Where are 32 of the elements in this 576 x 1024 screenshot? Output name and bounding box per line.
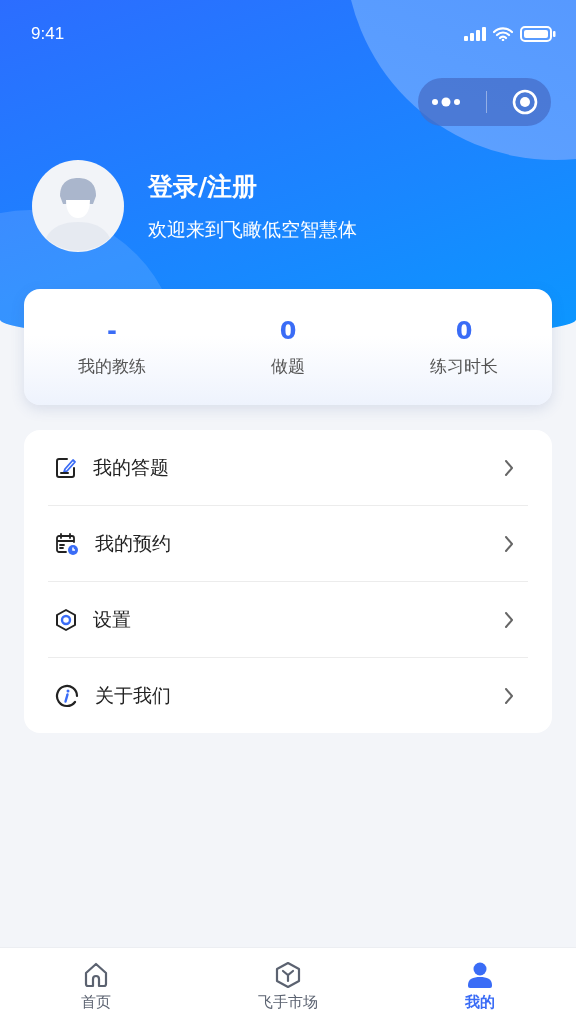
tab[interactable]: 飞手市场 <box>192 948 384 1024</box>
menu-item[interactable]: 关于我们 <box>95 682 488 709</box>
menu-item[interactable]: 设置 <box>93 606 488 633</box>
status-time: 9:41 <box>31 24 65 44</box>
stat-label: 我的教练 <box>78 354 146 378</box>
stat-value: 0 <box>455 316 473 345</box>
user-icon <box>466 960 494 989</box>
tab[interactable]: 首页 <box>0 948 192 1024</box>
more-icon[interactable] <box>430 96 461 108</box>
chevron-right-icon <box>504 458 514 477</box>
signal-icon <box>464 27 486 41</box>
stat-value: 0 <box>279 316 297 345</box>
edit-icon <box>55 456 77 479</box>
stat-label: 做题 <box>271 354 305 378</box>
wifi-icon <box>493 27 513 41</box>
info-icon <box>55 683 79 708</box>
stat-label: 练习时长 <box>430 354 498 378</box>
menu-item[interactable]: 我的预约 <box>95 530 488 557</box>
settings-icon <box>55 607 77 632</box>
login-register-link[interactable]: 登录/注册 <box>148 169 357 203</box>
welcome-text: 欢迎来到飞瞰低空智慧体 <box>148 216 357 242</box>
avatar[interactable] <box>32 160 124 252</box>
menu-item[interactable]: 我的答题 <box>93 454 488 481</box>
chevron-right-icon <box>504 534 514 553</box>
battery-icon <box>520 26 556 42</box>
stat-value: - <box>107 316 117 345</box>
chevron-right-icon <box>504 610 514 629</box>
chevron-right-icon <box>504 686 514 705</box>
cube-icon <box>274 960 302 989</box>
tab[interactable]: 我的 <box>384 948 576 1024</box>
calendar-clock-icon <box>55 531 79 556</box>
home-icon <box>82 960 110 989</box>
